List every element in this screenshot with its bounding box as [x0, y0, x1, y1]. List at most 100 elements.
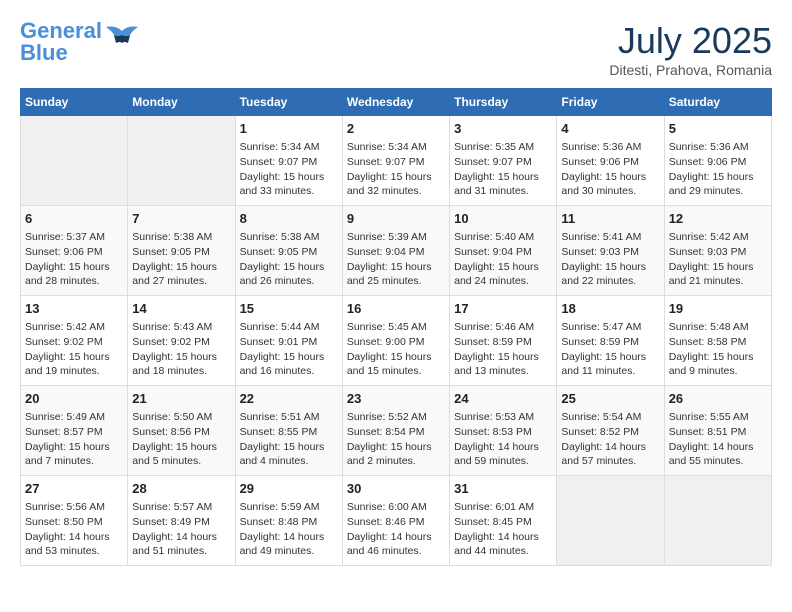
day-info: Sunrise: 5:37 AM Sunset: 9:06 PM Dayligh… [25, 230, 123, 289]
calendar-cell: 17 Sunrise: 5:46 AM Sunset: 8:59 PM Dayli… [450, 296, 557, 386]
day-info: Sunrise: 5:52 AM Sunset: 8:54 PM Dayligh… [347, 410, 445, 469]
header-sunday: Sunday [21, 89, 128, 116]
day-number: 18 [561, 300, 659, 318]
day-info: Sunrise: 5:50 AM Sunset: 8:56 PM Dayligh… [132, 410, 230, 469]
day-number: 24 [454, 390, 552, 408]
day-info: Sunrise: 5:54 AM Sunset: 8:52 PM Dayligh… [561, 410, 659, 469]
month-title: July 2025 [609, 20, 772, 62]
day-number: 25 [561, 390, 659, 408]
calendar-cell: 7 Sunrise: 5:38 AM Sunset: 9:05 PM Daylig… [128, 206, 235, 296]
day-info: Sunrise: 5:40 AM Sunset: 9:04 PM Dayligh… [454, 230, 552, 289]
calendar-cell: 13 Sunrise: 5:42 AM Sunset: 9:02 PM Dayli… [21, 296, 128, 386]
calendar-cell: 21 Sunrise: 5:50 AM Sunset: 8:56 PM Dayli… [128, 386, 235, 476]
header-tuesday: Tuesday [235, 89, 342, 116]
location: Ditesti, Prahova, Romania [609, 62, 772, 78]
day-info: Sunrise: 5:49 AM Sunset: 8:57 PM Dayligh… [25, 410, 123, 469]
page-header: GeneralBlue July 2025 Ditesti, Prahova, … [20, 20, 772, 78]
header-wednesday: Wednesday [342, 89, 449, 116]
day-number: 1 [240, 120, 338, 138]
day-number: 20 [25, 390, 123, 408]
day-number: 27 [25, 480, 123, 498]
day-number: 12 [669, 210, 767, 228]
calendar-table: SundayMondayTuesdayWednesdayThursdayFrid… [20, 88, 772, 566]
header-thursday: Thursday [450, 89, 557, 116]
day-info: Sunrise: 5:47 AM Sunset: 8:59 PM Dayligh… [561, 320, 659, 379]
week-row-2: 6 Sunrise: 5:37 AM Sunset: 9:06 PM Daylig… [21, 206, 772, 296]
day-number: 2 [347, 120, 445, 138]
day-number: 5 [669, 120, 767, 138]
calendar-cell: 31Sunrise: 6:01 AM Sunset: 8:45 PM Dayli… [450, 476, 557, 566]
calendar-cell [557, 476, 664, 566]
day-number: 15 [240, 300, 338, 318]
day-info: Sunrise: 5:41 AM Sunset: 9:03 PM Dayligh… [561, 230, 659, 289]
day-info: Sunrise: 5:42 AM Sunset: 9:02 PM Dayligh… [25, 320, 123, 379]
day-info: Sunrise: 5:43 AM Sunset: 9:02 PM Dayligh… [132, 320, 230, 379]
day-info: Sunrise: 5:39 AM Sunset: 9:04 PM Dayligh… [347, 230, 445, 289]
day-number: 13 [25, 300, 123, 318]
day-number: 26 [669, 390, 767, 408]
calendar-cell: 22Sunrise: 5:51 AM Sunset: 8:55 PM Dayli… [235, 386, 342, 476]
day-number: 7 [132, 210, 230, 228]
calendar-header-row: SundayMondayTuesdayWednesdayThursdayFrid… [21, 89, 772, 116]
calendar-cell: 14 Sunrise: 5:43 AM Sunset: 9:02 PM Dayli… [128, 296, 235, 386]
calendar-cell [128, 116, 235, 206]
day-info: Sunrise: 5:36 AM Sunset: 9:06 PM Dayligh… [561, 140, 659, 199]
day-info: Sunrise: 5:36 AM Sunset: 9:06 PM Dayligh… [669, 140, 767, 199]
calendar-cell: 6 Sunrise: 5:37 AM Sunset: 9:06 PM Daylig… [21, 206, 128, 296]
calendar-cell: 5 Sunrise: 5:36 AM Sunset: 9:06 PM Daylig… [664, 116, 771, 206]
week-row-3: 13 Sunrise: 5:42 AM Sunset: 9:02 PM Dayli… [21, 296, 772, 386]
day-info: Sunrise: 5:46 AM Sunset: 8:59 PM Dayligh… [454, 320, 552, 379]
calendar-cell: 9 Sunrise: 5:39 AM Sunset: 9:04 PM Daylig… [342, 206, 449, 296]
calendar-cell: 2Sunrise: 5:34 AM Sunset: 9:07 PM Daylig… [342, 116, 449, 206]
day-info: Sunrise: 5:45 AM Sunset: 9:00 PM Dayligh… [347, 320, 445, 379]
header-monday: Monday [128, 89, 235, 116]
day-info: Sunrise: 5:53 AM Sunset: 8:53 PM Dayligh… [454, 410, 552, 469]
header-friday: Friday [557, 89, 664, 116]
day-number: 14 [132, 300, 230, 318]
day-number: 16 [347, 300, 445, 318]
calendar-cell: 18 Sunrise: 5:47 AM Sunset: 8:59 PM Dayli… [557, 296, 664, 386]
logo: GeneralBlue [20, 20, 140, 64]
day-info: Sunrise: 5:48 AM Sunset: 8:58 PM Dayligh… [669, 320, 767, 379]
day-number: 28 [132, 480, 230, 498]
calendar-cell: 28 Sunrise: 5:57 AM Sunset: 8:49 PM Dayli… [128, 476, 235, 566]
day-info: Sunrise: 5:38 AM Sunset: 9:05 PM Dayligh… [240, 230, 338, 289]
calendar-cell: 3Sunrise: 5:35 AM Sunset: 9:07 PM Daylig… [450, 116, 557, 206]
day-info: Sunrise: 5:44 AM Sunset: 9:01 PM Dayligh… [240, 320, 338, 379]
calendar-cell: 27Sunrise: 5:56 AM Sunset: 8:50 PM Dayli… [21, 476, 128, 566]
day-number: 23 [347, 390, 445, 408]
day-number: 4 [561, 120, 659, 138]
week-row-5: 27Sunrise: 5:56 AM Sunset: 8:50 PM Dayli… [21, 476, 772, 566]
calendar-cell [664, 476, 771, 566]
day-info: Sunrise: 5:42 AM Sunset: 9:03 PM Dayligh… [669, 230, 767, 289]
calendar-cell: 11Sunrise: 5:41 AM Sunset: 9:03 PM Dayli… [557, 206, 664, 296]
calendar-cell: 4 Sunrise: 5:36 AM Sunset: 9:06 PM Daylig… [557, 116, 664, 206]
calendar-cell: 19 Sunrise: 5:48 AM Sunset: 8:58 PM Dayli… [664, 296, 771, 386]
day-number: 21 [132, 390, 230, 408]
day-number: 22 [240, 390, 338, 408]
calendar-cell: 8Sunrise: 5:38 AM Sunset: 9:05 PM Daylig… [235, 206, 342, 296]
calendar-cell: 30Sunrise: 6:00 AM Sunset: 8:46 PM Dayli… [342, 476, 449, 566]
calendar-cell: 25 Sunrise: 5:54 AM Sunset: 8:52 PM Dayli… [557, 386, 664, 476]
calendar-cell: 10 Sunrise: 5:40 AM Sunset: 9:04 PM Dayli… [450, 206, 557, 296]
calendar-cell: 15 Sunrise: 5:44 AM Sunset: 9:01 PM Dayli… [235, 296, 342, 386]
day-info: Sunrise: 5:57 AM Sunset: 8:49 PM Dayligh… [132, 500, 230, 559]
calendar-cell: 1Sunrise: 5:34 AM Sunset: 9:07 PM Daylig… [235, 116, 342, 206]
calendar-cell: 23 Sunrise: 5:52 AM Sunset: 8:54 PM Dayli… [342, 386, 449, 476]
day-info: Sunrise: 5:55 AM Sunset: 8:51 PM Dayligh… [669, 410, 767, 469]
day-number: 19 [669, 300, 767, 318]
logo-bird-icon [104, 23, 140, 51]
calendar-cell: 26 Sunrise: 5:55 AM Sunset: 8:51 PM Dayli… [664, 386, 771, 476]
calendar-cell [21, 116, 128, 206]
day-number: 10 [454, 210, 552, 228]
day-number: 17 [454, 300, 552, 318]
day-number: 6 [25, 210, 123, 228]
week-row-1: 1Sunrise: 5:34 AM Sunset: 9:07 PM Daylig… [21, 116, 772, 206]
title-block: July 2025 Ditesti, Prahova, Romania [609, 20, 772, 78]
day-number: 3 [454, 120, 552, 138]
day-info: Sunrise: 6:01 AM Sunset: 8:45 PM Dayligh… [454, 500, 552, 559]
header-saturday: Saturday [664, 89, 771, 116]
logo-text: GeneralBlue [20, 20, 102, 64]
day-info: Sunrise: 5:38 AM Sunset: 9:05 PM Dayligh… [132, 230, 230, 289]
day-number: 9 [347, 210, 445, 228]
